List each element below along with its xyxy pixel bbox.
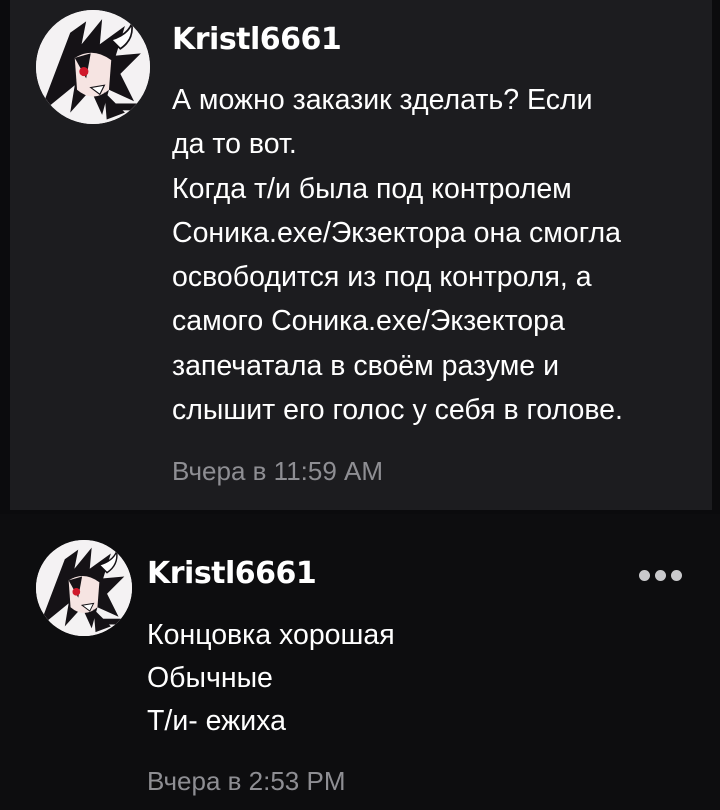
comment-text: Концовка хорошая Обычные Т/и- ежиха: [147, 614, 395, 743]
comment-text-line: А можно заказик зделать? Если: [172, 84, 593, 116]
avatar[interactable]: [36, 10, 150, 124]
comment-text-line: освободится из под контроля, а: [172, 261, 592, 294]
comment-text-line: да то вот.: [172, 128, 297, 161]
comment-text-line: самого Соника.exe/Экзектора: [172, 305, 565, 338]
anime-character-avatar-icon: [36, 540, 132, 636]
more-dot: [654, 569, 666, 581]
comment-text-line: слышит его голос у себя в голове.: [172, 394, 623, 427]
avatar[interactable]: [36, 540, 132, 636]
comment-text-line: запечатала в своём разуме и: [172, 349, 559, 382]
anime-character-avatar-icon: [36, 10, 150, 124]
more-options-icon[interactable]: [632, 562, 688, 588]
comment-text-line: Обычные: [147, 662, 273, 694]
comment-username[interactable]: Kristl6661: [172, 22, 342, 57]
more-dot: [670, 569, 682, 581]
comment-timestamp: Вчера в 2:53 PM: [147, 766, 346, 796]
comments-page: Kristl6661 А можно заказик зделать? Если…: [0, 0, 720, 810]
comment-text-line: Соника.exe/Экзектора она смогла: [172, 216, 621, 249]
comment-username[interactable]: Kristl6661: [147, 556, 317, 591]
comment-text: А можно заказик зделать? Если да то вот.…: [172, 78, 623, 432]
more-dot: [638, 569, 650, 581]
comment-timestamp: Вчера в 11:59 AM: [172, 456, 384, 486]
comment-text-line: Когда т/и была под контролем: [172, 172, 572, 205]
comment-text-line: Концовка хорошая: [147, 619, 395, 651]
comment-text-line: Т/и- ежиха: [147, 705, 286, 737]
